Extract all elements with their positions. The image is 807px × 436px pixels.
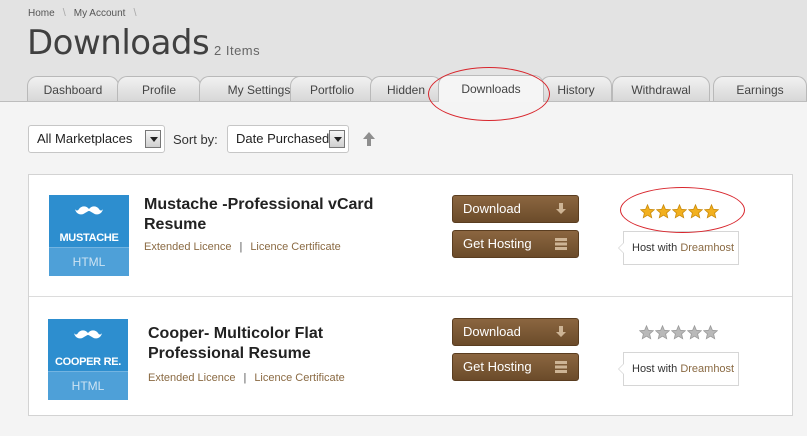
tab-withdrawal[interactable]: Withdrawal: [612, 76, 710, 101]
star-empty-icon[interactable]: [639, 325, 654, 340]
sort-direction-icon[interactable]: [362, 131, 376, 147]
chevron-down-icon[interactable]: [329, 130, 345, 148]
star-filled-icon[interactable]: [656, 204, 671, 219]
licence-certificate-link[interactable]: Licence Certificate: [254, 372, 345, 384]
extended-licence-link[interactable]: Extended Licence: [144, 241, 231, 253]
rating-stars[interactable]: [639, 325, 719, 340]
mustache-icon: [74, 330, 102, 339]
breadcrumb-separator: \: [133, 7, 137, 19]
item-links: Extended Licence | Licence Certificate: [144, 241, 341, 253]
extended-licence-link[interactable]: Extended Licence: [148, 372, 235, 384]
download-arrow-icon: [556, 326, 566, 337]
chevron-down-icon[interactable]: [145, 130, 161, 148]
breadcrumb-home[interactable]: Home: [28, 8, 55, 19]
tab-dashboard[interactable]: Dashboard: [27, 76, 119, 101]
item-links: Extended Licence | Licence Certificate: [148, 372, 345, 384]
host-tooltip: Host with Dreamhost: [618, 231, 739, 265]
item-thumbnail[interactable]: COOPER RE. HTML: [48, 319, 128, 400]
breadcrumb: Home \ My Account \: [28, 7, 145, 19]
tab-profile[interactable]: Profile: [117, 76, 201, 101]
star-empty-icon[interactable]: [703, 325, 718, 340]
get-hosting-button-label: Get Hosting: [463, 359, 532, 374]
tab-history[interactable]: History: [540, 76, 612, 101]
account-tabs: Dashboard Profile My Settings Portfolio …: [27, 75, 807, 102]
server-icon: [555, 238, 567, 250]
list-item: COOPER RE. HTML Cooper- Multicolor Flat …: [29, 296, 792, 417]
star-filled-icon[interactable]: [672, 204, 687, 219]
dreamhost-link[interactable]: Dreamhost: [680, 363, 734, 375]
download-arrow-icon: [556, 203, 566, 214]
tab-portfolio[interactable]: Portfolio: [290, 76, 374, 101]
tab-hidden[interactable]: Hidden: [370, 76, 442, 101]
download-button[interactable]: Download: [452, 318, 579, 346]
star-empty-icon[interactable]: [671, 325, 686, 340]
item-count: 2 Items: [214, 43, 261, 58]
star-filled-icon[interactable]: [704, 204, 719, 219]
star-filled-icon[interactable]: [640, 204, 655, 219]
item-title[interactable]: Cooper- Multicolor Flat Professional Res…: [148, 324, 398, 364]
sort-select-value: Date Purchased: [236, 131, 330, 146]
download-button-label: Download: [463, 324, 521, 339]
rating-stars[interactable]: [640, 204, 720, 219]
breadcrumb-separator: \: [62, 7, 66, 19]
download-button[interactable]: Download: [452, 195, 579, 223]
sort-select[interactable]: Date Purchased: [227, 125, 349, 153]
host-tooltip: Host with Dreamhost: [618, 352, 739, 386]
get-hosting-button-label: Get Hosting: [463, 236, 532, 251]
list-item: MUSTACHE HTML Mustache -Professional vCa…: [29, 175, 792, 295]
marketplace-select-value: All Marketplaces: [37, 131, 133, 146]
server-icon: [555, 361, 567, 373]
licence-certificate-link[interactable]: Licence Certificate: [250, 241, 341, 253]
link-separator: |: [239, 241, 243, 253]
breadcrumb-account[interactable]: My Account: [74, 8, 126, 19]
downloads-list: MUSTACHE HTML Mustache -Professional vCa…: [28, 174, 793, 416]
thumbnail-subtitle: HTML: [72, 255, 106, 269]
host-prefix: Host with: [632, 363, 678, 375]
link-separator: |: [243, 372, 247, 384]
get-hosting-button[interactable]: Get Hosting: [452, 230, 579, 258]
thumbnail-subtitle: HTML: [71, 379, 105, 393]
thumbnail-title: MUSTACHE: [59, 232, 119, 244]
tab-downloads[interactable]: Downloads: [438, 75, 544, 102]
item-thumbnail[interactable]: MUSTACHE HTML: [49, 195, 129, 276]
get-hosting-button[interactable]: Get Hosting: [452, 353, 579, 381]
mustache-icon: [75, 206, 103, 215]
marketplace-select[interactable]: All Marketplaces: [28, 125, 165, 153]
sort-label: Sort by:: [173, 132, 218, 147]
item-title[interactable]: Mustache -Professional vCard Resume: [144, 195, 394, 235]
thumbnail-title: COOPER RE.: [54, 356, 122, 368]
star-empty-icon[interactable]: [655, 325, 670, 340]
dreamhost-link[interactable]: Dreamhost: [680, 242, 734, 254]
star-empty-icon[interactable]: [687, 325, 702, 340]
page-title: Downloads: [27, 23, 210, 63]
download-button-label: Download: [463, 201, 521, 216]
host-prefix: Host with: [632, 242, 678, 254]
tab-earnings[interactable]: Earnings: [713, 76, 807, 101]
star-filled-icon[interactable]: [688, 204, 703, 219]
